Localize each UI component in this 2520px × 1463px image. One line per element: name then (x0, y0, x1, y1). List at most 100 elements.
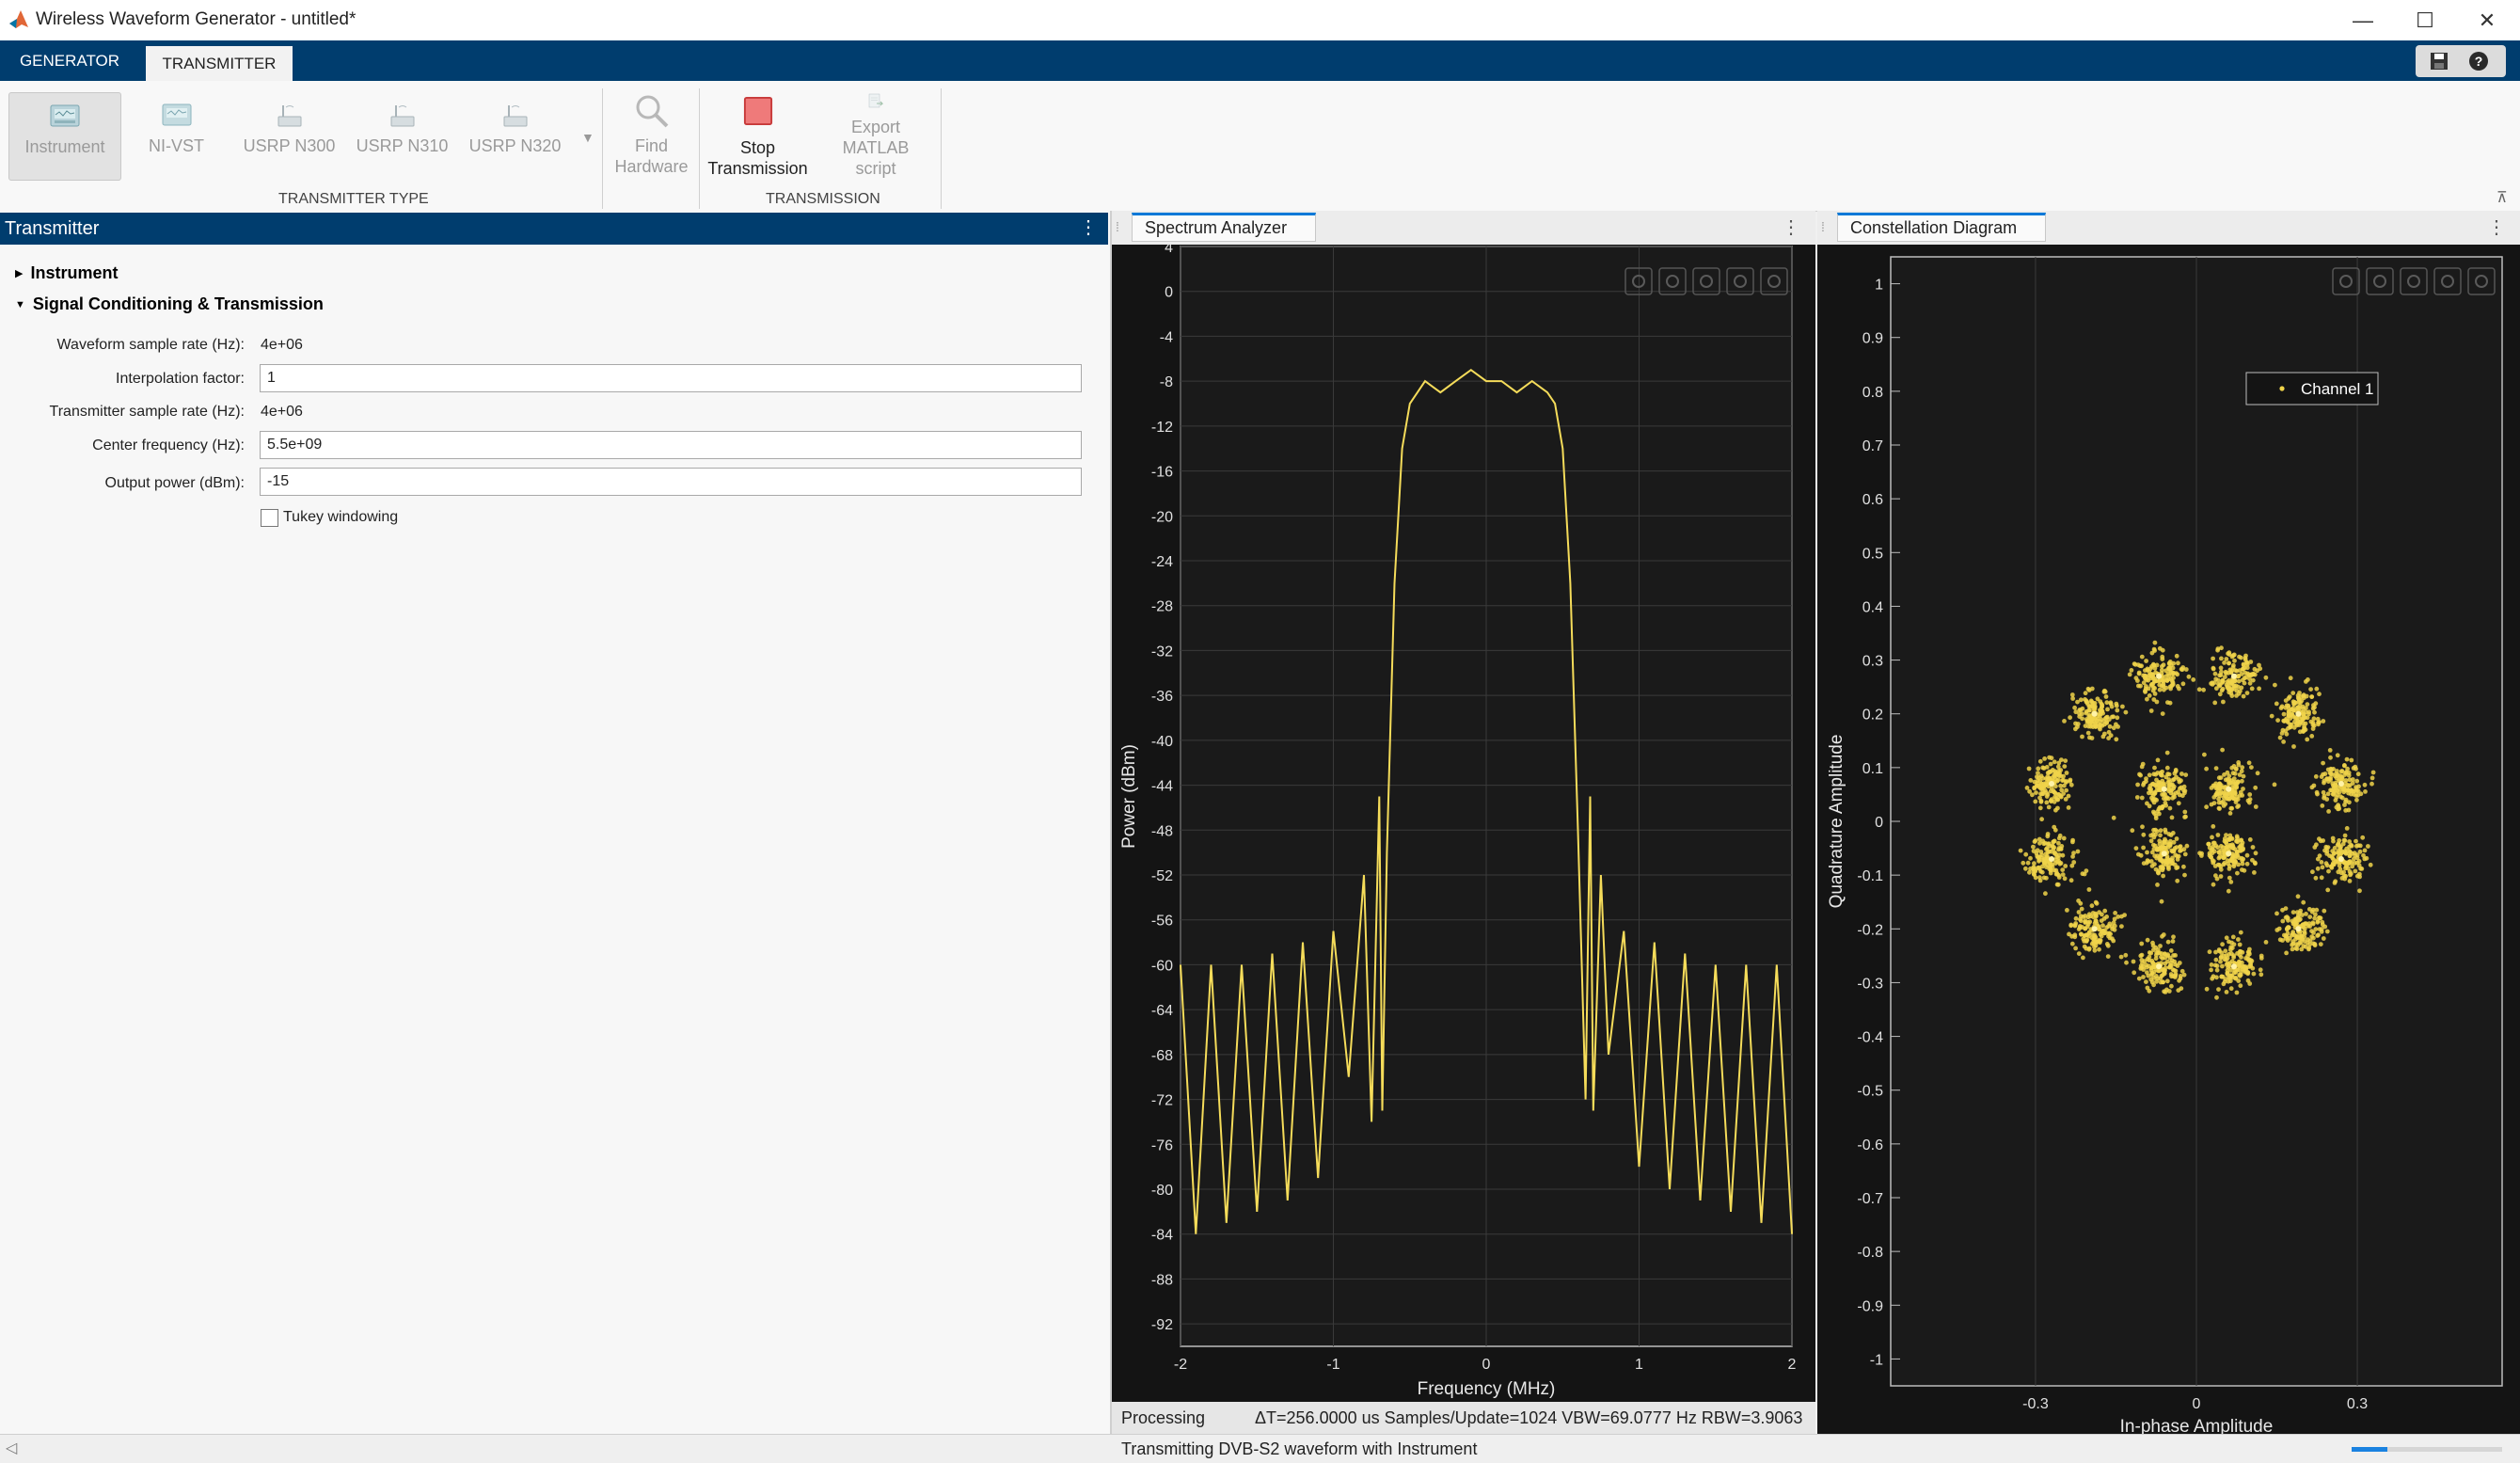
constellation-y-tick-label: -0.6 (1857, 1137, 1883, 1153)
constellation-sample-point (2145, 696, 2149, 702)
constellation-sample-point (2177, 686, 2181, 692)
constellation-sample-point (2222, 772, 2227, 777)
constellation-sample-point (2145, 985, 2150, 991)
constellation-sample-point (2173, 973, 2178, 978)
constellation-plot[interactable]: 1 0.9 0.8 0.7 0.6 0.5 0.4 0.3 0.2 0.1 0 -0.1 -0.2 -0.… (1817, 245, 2520, 1434)
constellation-sample-point (2127, 672, 2132, 677)
collapse-toolstrip-icon[interactable]: ⊼ (2496, 188, 2508, 207)
constellation-sample-point (2238, 949, 2243, 954)
spectrum-y-tick-label: -48 (1151, 823, 1173, 839)
constellation-sample-point (2130, 828, 2135, 834)
ni-vst-button[interactable]: NI-VST (122, 92, 230, 179)
constellation-sample-point (2175, 857, 2180, 862)
constellation-sample-point (2038, 791, 2043, 797)
find-hardware-button[interactable]: Find Hardware (597, 92, 705, 179)
constellation-sample-point (2129, 668, 2134, 673)
constellation-sample-point (2078, 697, 2084, 703)
constellation-sample-point (2204, 766, 2209, 771)
constellation-sample-point (2221, 803, 2227, 808)
constellation-sample-point (2204, 804, 2209, 810)
constellation-y-tick-label: -0.4 (1857, 1030, 1883, 1046)
constellation-sample-point (2094, 939, 2100, 945)
constellation-sample-point (2221, 845, 2226, 851)
tab-constellation-diagram[interactable]: Constellation Diagram (1837, 213, 2046, 242)
constellation-sample-point (2360, 835, 2366, 840)
constellation-sample-point (2355, 792, 2361, 798)
constellation-sample-point (2311, 935, 2316, 941)
gallery-expand-chevron-icon[interactable]: ▼ (581, 130, 594, 145)
tukey-windowing-label: Tukey windowing (283, 509, 399, 525)
usrp-n320-button[interactable]: USRP N320 (461, 92, 569, 179)
constellation-sample-point (2118, 954, 2124, 960)
constellation-sample-point (2215, 833, 2221, 837)
tree-node-signal-conditioning[interactable]: ▼ Signal Conditioning & Transmission (15, 294, 324, 314)
constellation-sample-point (2311, 783, 2317, 788)
constellation-sample-point (2062, 719, 2067, 724)
constellation-sample-point (2237, 942, 2243, 947)
tukey-windowing-checkbox[interactable] (261, 509, 278, 527)
constellation-sample-point (2234, 794, 2240, 800)
constellation-menu-icon[interactable]: ⋮ (2487, 215, 2506, 239)
constellation-sample-point (2236, 691, 2242, 696)
constellation-sample-point (2154, 787, 2160, 793)
constellation-sample-point (2112, 916, 2117, 922)
tab-generator[interactable]: GENERATOR (0, 40, 139, 81)
minimize-button[interactable]: — (2330, 0, 2396, 40)
help-icon[interactable]: ? (2468, 51, 2489, 72)
instrument-button[interactable]: Instrument (8, 92, 121, 181)
constellation-sample-point (2211, 665, 2216, 671)
save-icon[interactable] (2429, 51, 2449, 72)
center-frequency-input[interactable]: 5.5e+09 (260, 431, 1082, 459)
constellation-sample-point (2082, 933, 2087, 938)
constellation-symbol-center (2091, 710, 2098, 717)
constellation-sample-point (2023, 851, 2029, 857)
constellation-sample-point (2053, 807, 2058, 813)
drag-grip-icon[interactable]: ⁞ (1116, 219, 1119, 234)
constellation-sample-point (2336, 806, 2340, 812)
section-label-transmission: TRANSMISSION (766, 191, 880, 207)
constellation-symbol-center (2049, 856, 2055, 862)
tab-spectrum-analyzer[interactable]: Spectrum Analyzer (1132, 213, 1316, 242)
panel-menu-icon[interactable]: ⋮ (1079, 215, 1098, 239)
spectrum-x-tick-label: -1 (1326, 1357, 1339, 1373)
tree-node-instrument[interactable]: ▶ Instrument (15, 263, 118, 283)
constellation-sample-point (2328, 777, 2333, 782)
stop-transmission-button[interactable]: Stop Transmission (704, 92, 812, 179)
close-button[interactable]: ✕ (2454, 0, 2520, 40)
constellation-sample-point (2320, 803, 2325, 808)
statusbar-back-icon[interactable]: ◁ (6, 1439, 17, 1457)
constellation-sample-point (2279, 704, 2285, 709)
constellation-sample-point (2227, 843, 2233, 849)
constellation-sample-point (2321, 936, 2326, 941)
spectrum-menu-icon[interactable]: ⋮ (1782, 215, 1800, 239)
tab-transmitter[interactable]: TRANSMITTER (146, 46, 293, 81)
constellation-sample-point (2049, 769, 2053, 774)
constellation-sample-point (2236, 673, 2242, 678)
constellation-sample-point (2027, 788, 2032, 794)
usrp-n310-button[interactable]: USRP N310 (348, 92, 456, 179)
constellation-sample-point (2070, 696, 2075, 701)
constellation-sample-point (2328, 766, 2334, 771)
constellation-sample-point (2147, 772, 2152, 778)
constellation-sample-point (2352, 861, 2357, 866)
constellation-sample-point (2317, 853, 2322, 859)
find-hardware-label-line1: Find (634, 136, 668, 155)
constellation-sample-point (2324, 797, 2330, 802)
constellation-sample-point (2169, 783, 2175, 787)
export-matlab-script-button[interactable]: Export MATLAB script (820, 92, 931, 179)
constellation-sample-point (2227, 951, 2231, 957)
output-power-input[interactable]: -15 (260, 468, 1082, 496)
spectrum-plot[interactable]: 40-4-8-12-16-20-24-28-32-36-40-44-48-52-… (1112, 245, 1815, 1402)
drag-grip-icon[interactable]: ⁞ (1821, 219, 1825, 234)
constellation-sample-point (2246, 760, 2252, 766)
constellation-sample-point (2086, 946, 2092, 951)
constellation-sample-point (2025, 860, 2031, 866)
usrp-n300-button[interactable]: USRP N300 (235, 92, 343, 179)
constellation-sample-point (2107, 930, 2112, 936)
constellation-sample-point (2132, 661, 2137, 666)
constellation-y-tick-label: -0.1 (1857, 868, 1883, 884)
constellation-sample-point (2356, 863, 2362, 868)
maximize-button[interactable]: ☐ (2392, 0, 2458, 40)
constellation-symbol-center (2156, 673, 2163, 679)
interpolation-factor-input[interactable]: 1 (260, 364, 1082, 392)
